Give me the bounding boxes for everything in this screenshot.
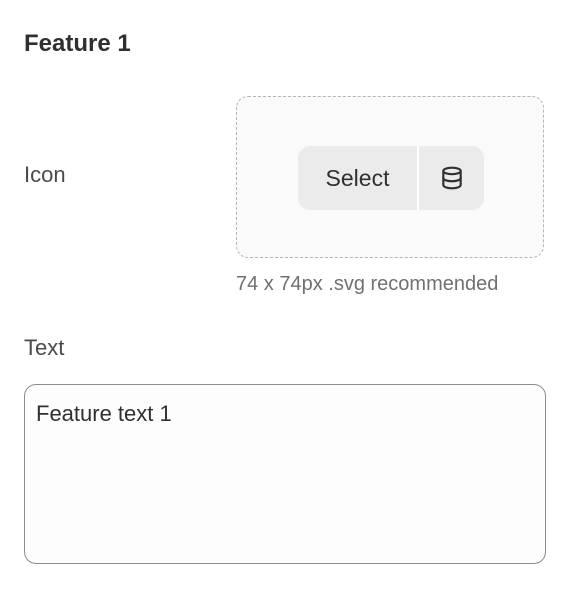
select-icon-button[interactable]: Select: [298, 146, 417, 210]
icon-helper-text: 74 x 74px .svg recommended: [236, 273, 499, 295]
feature-text-input[interactable]: Feature text 1: [24, 384, 546, 564]
feature-title: Feature 1: [24, 30, 131, 57]
icon-button-group: Select: [298, 146, 484, 210]
database-icon: [439, 165, 465, 191]
database-button[interactable]: [419, 146, 484, 210]
text-field-label: Text: [24, 335, 65, 360]
icon-field-label: Icon: [24, 162, 66, 187]
